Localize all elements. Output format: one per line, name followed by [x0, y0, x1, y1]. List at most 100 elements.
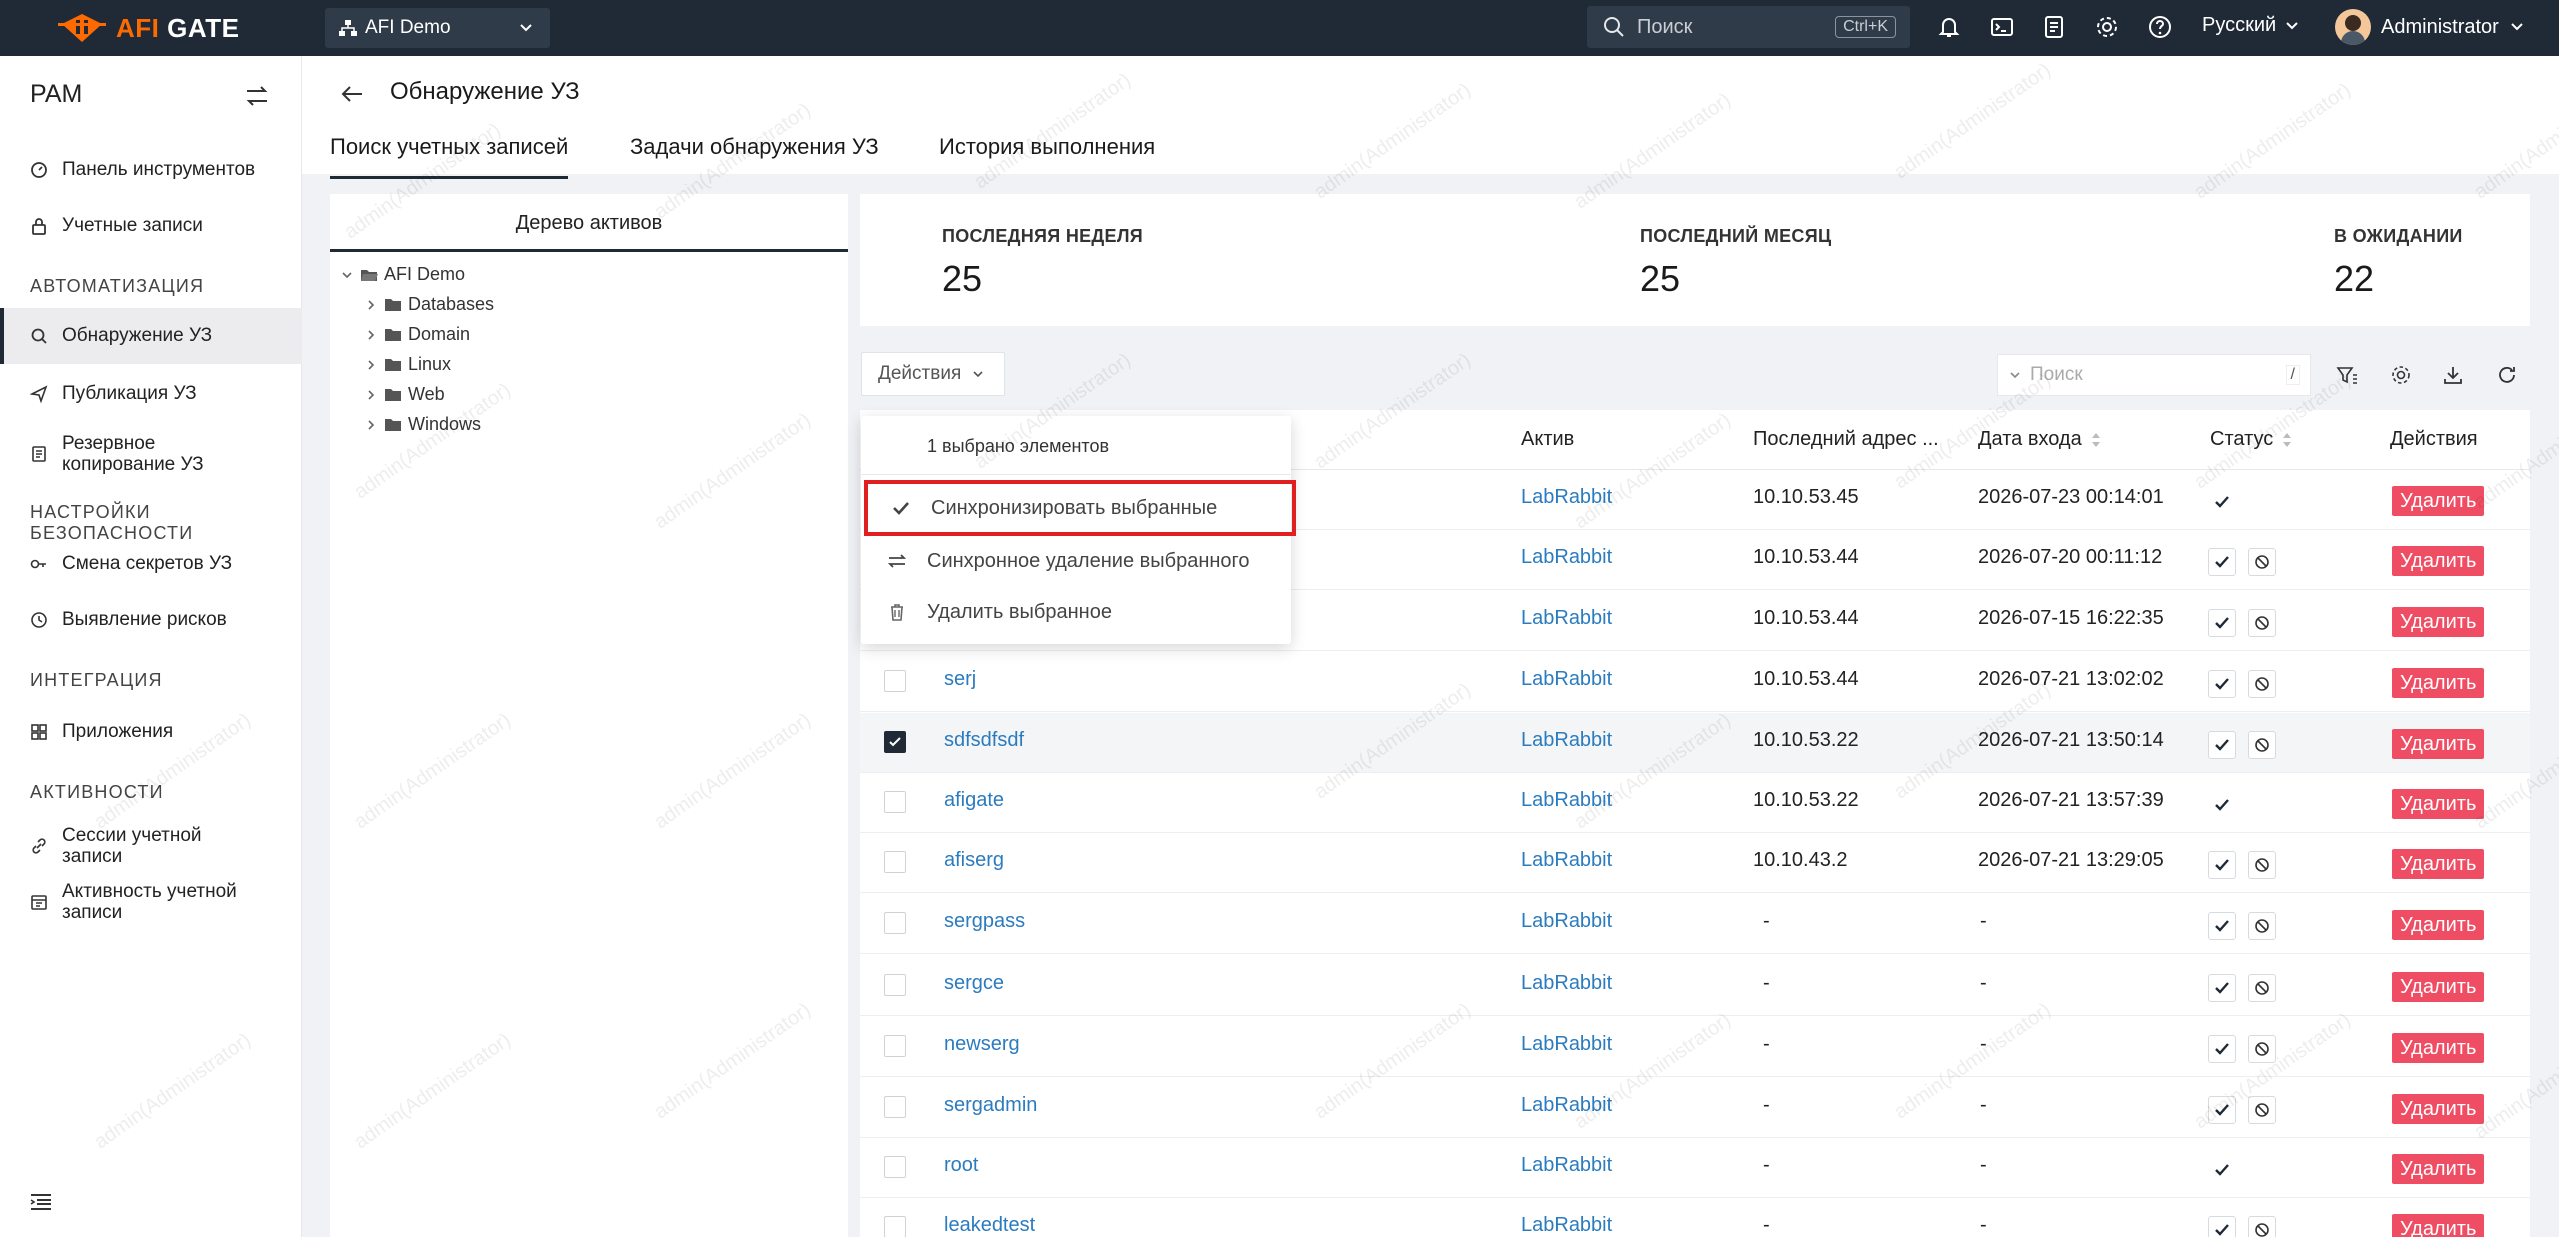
confirm-check-icon[interactable] [2208, 1216, 2236, 1237]
help-icon[interactable] [2147, 14, 2173, 40]
table-row[interactable]: root LabRabbit - - Удалить [860, 1138, 2530, 1198]
delete-button[interactable]: Удалить [2392, 1214, 2485, 1237]
tree-node-windows[interactable]: Windows [364, 414, 481, 435]
delete-button[interactable]: Удалить [2392, 486, 2485, 516]
delete-button[interactable]: Удалить [2392, 729, 2485, 759]
account-name-link[interactable]: sergadmin [944, 1094, 1037, 1117]
sync-delete-selected-menu-item[interactable]: Синхронное удаление выбранного [861, 536, 1291, 586]
sidebar-item-risks[interactable]: Выявление рисков [0, 600, 302, 640]
actions-button[interactable]: Действия [861, 352, 1005, 396]
account-name-link[interactable]: afigate [944, 789, 1004, 812]
sidebar-item-applications[interactable]: Приложения [0, 712, 302, 752]
tab-execution-history[interactable]: История выполнения [939, 134, 1155, 176]
ignore-ban-icon[interactable] [2248, 609, 2276, 637]
sidebar-item-account-sessions[interactable]: Сессии учетной записи [0, 818, 302, 874]
row-checkbox[interactable] [884, 974, 906, 996]
delete-button[interactable]: Удалить [2392, 1154, 2485, 1184]
sidebar-item-accounts[interactable]: Учетные записи [0, 206, 302, 246]
ignore-ban-icon[interactable] [2248, 851, 2276, 879]
asset-link[interactable]: LabRabbit [1521, 972, 1612, 995]
asset-link[interactable]: LabRabbit [1521, 668, 1612, 691]
global-search[interactable]: Поиск Ctrl+K [1587, 6, 1910, 48]
confirm-check-icon[interactable] [2208, 731, 2236, 759]
confirm-check-icon[interactable] [2208, 912, 2236, 940]
sidebar-item-discovery[interactable]: Обнаружение УЗ [0, 308, 302, 364]
ignore-ban-icon[interactable] [2248, 548, 2276, 576]
table-row[interactable]: sergpass LabRabbit - - Удалить [860, 894, 2530, 954]
ignore-ban-icon[interactable] [2248, 912, 2276, 940]
ignore-ban-icon[interactable] [2248, 670, 2276, 698]
asset-link[interactable]: LabRabbit [1521, 1094, 1612, 1117]
table-row[interactable]: newserg LabRabbit - - Удалить [860, 1017, 2530, 1077]
bell-icon[interactable] [1936, 14, 1962, 40]
sidebar-item-secret-rotation[interactable]: Смена секретов УЗ [0, 544, 302, 584]
delete-button[interactable]: Удалить [2392, 910, 2485, 940]
delete-button[interactable]: Удалить [2392, 972, 2485, 1002]
delete-button[interactable]: Удалить [2392, 546, 2485, 576]
table-row[interactable]: serj LabRabbit 10.10.53.44 2026-07-21 13:02… [860, 652, 2530, 712]
asset-link[interactable]: LabRabbit [1521, 486, 1612, 509]
confirm-check-icon[interactable] [2208, 548, 2236, 576]
refresh-icon[interactable] [2496, 364, 2518, 386]
ignore-ban-icon[interactable] [2248, 974, 2276, 1002]
back-arrow-icon[interactable] [340, 84, 364, 104]
row-checkbox[interactable] [884, 1096, 906, 1118]
row-checkbox[interactable] [884, 912, 906, 934]
row-checkbox[interactable] [884, 791, 906, 813]
row-checkbox[interactable] [884, 670, 906, 692]
user-menu[interactable]: Administrator [2335, 9, 2525, 45]
confirm-check-icon[interactable] [2208, 974, 2236, 1002]
row-checkbox[interactable] [884, 1035, 906, 1057]
delete-button[interactable]: Удалить [2392, 1094, 2485, 1124]
ignore-ban-icon[interactable] [2248, 1096, 2276, 1124]
ignore-ban-icon[interactable] [2248, 731, 2276, 759]
asset-link[interactable]: LabRabbit [1521, 1154, 1612, 1177]
delete-button[interactable]: Удалить [2392, 1033, 2485, 1063]
sidebar-item-backup[interactable]: Резервное копирование УЗ [0, 426, 302, 482]
terminal-icon[interactable] [1989, 14, 2015, 40]
tree-node-root[interactable]: AFI Demo [340, 264, 465, 285]
filter-icon[interactable] [2336, 364, 2358, 386]
organization-select[interactable]: AFI Demo [325, 8, 550, 48]
row-checkbox[interactable] [884, 1156, 906, 1178]
asset-link[interactable]: LabRabbit [1521, 910, 1612, 933]
collapse-menu-icon[interactable] [30, 1192, 52, 1212]
column-header-last-address[interactable]: Последний адрес ... [1753, 428, 1939, 451]
table-row[interactable]: afiserg LabRabbit 10.10.43.2 2026-07-21 13:… [860, 833, 2530, 893]
column-header-login-date[interactable]: Дата входа [1978, 428, 2102, 451]
switch-module-icon[interactable] [244, 84, 270, 108]
tree-node-linux[interactable]: Linux [364, 354, 451, 375]
table-row[interactable]: sergadmin LabRabbit - - Удалить [860, 1078, 2530, 1138]
delete-button[interactable]: Удалить [2392, 607, 2485, 637]
tree-node-databases[interactable]: Databases [364, 294, 494, 315]
language-select[interactable]: Русский [2202, 14, 2300, 37]
account-name-link[interactable]: leakedtest [944, 1214, 1035, 1237]
sync-selected-menu-item[interactable]: Синхронизировать выбранные [864, 480, 1296, 536]
ignore-ban-icon[interactable] [2248, 1035, 2276, 1063]
delete-button[interactable]: Удалить [2392, 849, 2485, 879]
delete-button[interactable]: Удалить [2392, 789, 2485, 819]
table-search-input[interactable]: Поиск / [1997, 354, 2311, 396]
tree-node-web[interactable]: Web [364, 384, 445, 405]
asset-link[interactable]: LabRabbit [1521, 1214, 1612, 1237]
account-name-link[interactable]: afiserg [944, 849, 1004, 872]
tab-account-search[interactable]: Поиск учетных записей [330, 134, 569, 179]
confirm-check-icon[interactable] [2208, 851, 2236, 879]
sidebar-item-publication[interactable]: Публикация УЗ [0, 374, 302, 414]
tree-node-domain[interactable]: Domain [364, 324, 470, 345]
table-row[interactable]: sergce LabRabbit - - Удалить [860, 956, 2530, 1016]
confirm-check-icon[interactable] [2208, 609, 2236, 637]
column-header-status[interactable]: Статус [2210, 428, 2293, 451]
sidebar-item-dashboard[interactable]: Панель инструментов [0, 150, 302, 190]
asset-link[interactable]: LabRabbit [1521, 729, 1612, 752]
download-icon[interactable] [2442, 364, 2464, 386]
confirm-check-icon[interactable] [2208, 1035, 2236, 1063]
delete-selected-menu-item[interactable]: Удалить выбранное [861, 587, 1291, 637]
asset-link[interactable]: LabRabbit [1521, 789, 1612, 812]
asset-link[interactable]: LabRabbit [1521, 849, 1612, 872]
confirm-check-icon[interactable] [2208, 1096, 2236, 1124]
table-row[interactable]: sdfsdfsdf LabRabbit 10.10.53.22 2026-07-21 … [860, 713, 2530, 773]
asset-link[interactable]: LabRabbit [1521, 607, 1612, 630]
gear-icon[interactable] [2094, 14, 2120, 40]
table-row[interactable]: afigate LabRabbit 10.10.53.22 2026-07-21 13… [860, 773, 2530, 833]
